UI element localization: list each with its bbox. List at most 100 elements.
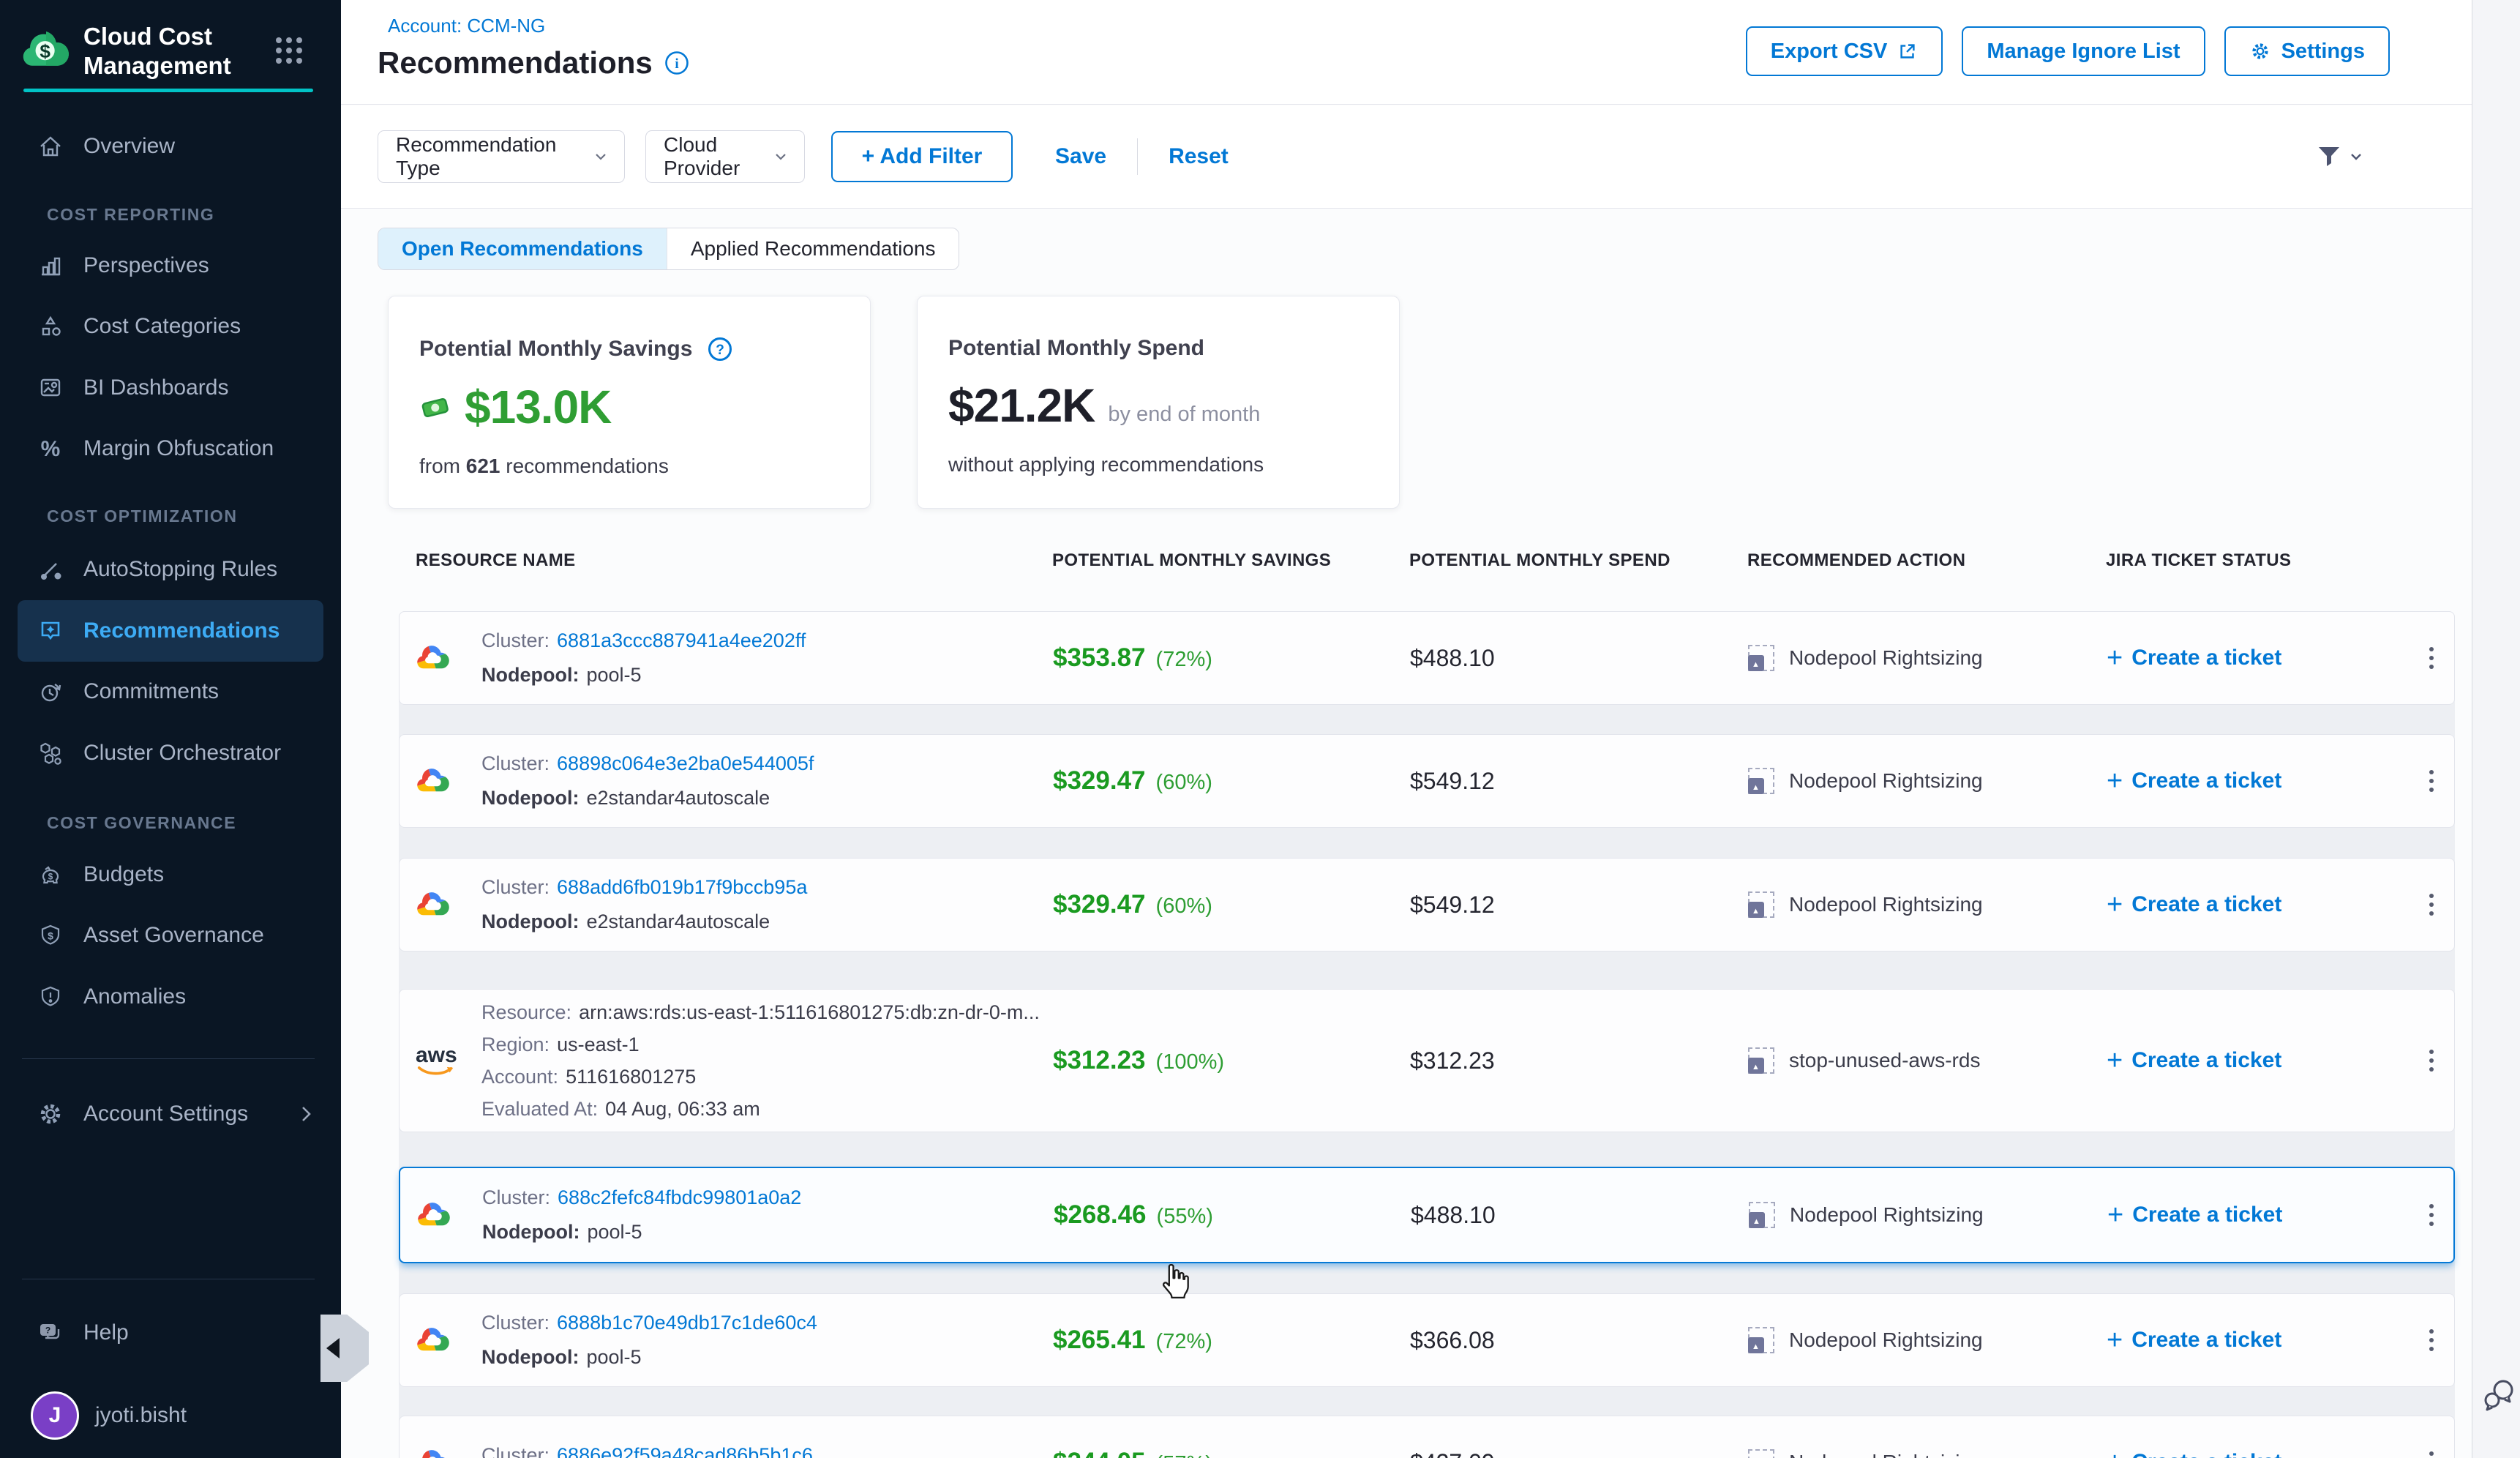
create-ticket-button[interactable]: + Create a ticket [2107,1048,2408,1073]
sidebar-item-perspectives[interactable]: Perspectives [18,242,323,289]
sidebar-item-budgets[interactable]: $ Budgets [18,851,323,898]
nodepool-label: Nodepool: [481,912,579,932]
manage-ignore-list-button[interactable]: Manage Ignore List [1962,26,2205,76]
table-header-row: RESOURCE NAME POTENTIAL MONTHLY SAVINGS … [399,550,2455,571]
sidebar-item-help[interactable]: ? Help [18,1309,323,1356]
user-menu[interactable]: J jyoti.bisht [18,1388,323,1443]
row-menu-button[interactable] [2422,1322,2441,1358]
table-row[interactable]: Cluster:68898c064e3e2ba0e544005f Nodepoo… [399,734,2455,828]
create-ticket-button[interactable]: + Create a ticket [2107,1450,2408,1458]
recommendation-type-dropdown[interactable]: Recommendation Type [378,130,625,183]
bar-chart-icon [37,252,64,280]
sidebar-section-cost-optimization: COST OPTIMIZATION [47,505,238,527]
support-chat-icon[interactable] [2482,1377,2517,1413]
savings-cell: $265.41 (72%) [1053,1326,1410,1355]
tab-open-recommendations[interactable]: Open Recommendations [378,228,667,269]
gcp-logo-icon [400,764,481,798]
savings-value: $244.05 [1053,1448,1146,1458]
create-ticket-label: Create a ticket [2131,769,2281,793]
sidebar-item-commitments[interactable]: Commitments [18,668,323,715]
svg-text:$: $ [48,872,53,882]
create-ticket-button[interactable]: + Create a ticket [2107,1203,2409,1227]
info-icon[interactable]: i [664,51,689,75]
savings-card-value: $13.0K [465,380,611,434]
help-chat-icon: ? [37,1319,64,1347]
reset-filter-link[interactable]: Reset [1169,144,1229,169]
cluster-link[interactable]: 6881a3ccc887941a4ee202ff [557,631,806,651]
cluster-link[interactable]: 68898c064e3e2ba0e544005f [557,754,814,774]
spend-card-title: Potential Monthly Spend [948,336,1204,361]
sidebar-item-cluster-orchestrator[interactable]: Cluster Orchestrator [18,730,323,777]
save-filter-link[interactable]: Save [1055,144,1106,169]
module-switcher-icon[interactable] [274,35,304,66]
sidebar-item-recommendations[interactable]: Recommendations [18,600,323,662]
column-header-resource-name: RESOURCE NAME [399,550,1052,571]
cluster-link[interactable]: 6886e92f59a48cad86b5b1c6 [557,1446,813,1458]
nodepool-value: e2standar4autoscale [586,912,770,932]
create-ticket-button[interactable]: + Create a ticket [2107,892,2408,917]
action-cell: Nodepool Rightsizing [1748,891,2107,918]
sidebar-item-margin-obfuscation[interactable]: % Margin Obfuscation [18,425,323,472]
sidebar-item-account-settings[interactable]: Account Settings [18,1091,332,1137]
row-menu-button[interactable] [2422,1197,2441,1233]
row-menu-button[interactable] [2422,640,2441,676]
sidebar-item-bi-dashboards[interactable]: BI Dashboards [18,364,323,411]
create-ticket-button[interactable]: + Create a ticket [2107,646,2408,670]
sidebar-item-label: Recommendations [83,618,280,643]
table-row[interactable]: Cluster:6881a3ccc887941a4ee202ff Nodepoo… [399,611,2455,705]
table-row-selected[interactable]: Cluster:688c2fefc84fbdc99801a0a2 Nodepoo… [399,1167,2455,1263]
cluster-link[interactable]: 688c2fefc84fbdc99801a0a2 [558,1188,801,1208]
svg-text:$: $ [48,930,53,942]
table-row[interactable]: Cluster:6886e92f59a48cad86b5b1c6 $244.05… [399,1416,2455,1458]
plus-icon: + [2107,1451,2123,1458]
cluster-label: Cluster: [481,1313,550,1333]
savings-percent: (55%) [1157,1205,1213,1229]
row-menu-button[interactable] [2422,1444,2441,1458]
table-row[interactable]: Cluster:688add6fb019b17f9bccb95a Nodepoo… [399,858,2455,952]
resource-cell: Resource:arn:aws:rds:us-east-1:511616801… [481,1003,1053,1119]
sidebar-divider [22,1058,315,1059]
column-header-potential-monthly-savings: POTENTIAL MONTHLY SAVINGS [1052,550,1409,571]
action-label: Nodepool Rightsizing [1789,1328,1983,1352]
avatar: J [31,1391,79,1440]
resource-cell: Cluster:6888b1c70e49db17c1de60c4 Nodepoo… [481,1313,1053,1367]
column-header-jira-ticket-status: JIRA TICKET STATUS [2106,550,2407,571]
resource-cell: Cluster:688add6fb019b17f9bccb95a Nodepoo… [481,878,1053,932]
cluster-link[interactable]: 688add6fb019b17f9bccb95a [557,878,807,897]
sidebar-item-label: Asset Governance [83,923,264,948]
breadcrumb-account-link[interactable]: Account: CCM-NG [388,15,545,37]
recommendations-tabs: Open Recommendations Applied Recommendat… [378,228,959,270]
sidebar-item-asset-governance[interactable]: $ Asset Governance [18,912,323,959]
tab-applied-recommendations[interactable]: Applied Recommendations [667,228,959,269]
export-csv-label: Export CSV [1771,40,1888,64]
table-row[interactable]: Cluster: 6888b1c70e49db17c1de60c4 Nodepoo… [399,1293,2455,1387]
row-menu-button[interactable] [2422,1042,2441,1079]
rightsizing-icon [1748,645,1774,671]
question-icon[interactable]: ? [707,336,733,362]
sidebar-section-cost-governance: COST GOVERNANCE [47,812,236,834]
savings-value: $353.87 [1053,643,1146,673]
sidebar-item-anomalies[interactable]: Anomalies [18,973,323,1020]
cloud-provider-dropdown[interactable]: Cloud Provider [645,130,805,183]
shield-dollar-icon: $ [37,921,64,949]
clock-icon [37,678,64,706]
filter-panel-button[interactable] [2317,146,2362,168]
action-label: stop-unused-aws-rds [1789,1049,1980,1072]
create-ticket-label: Create a ticket [2132,1203,2282,1227]
cluster-link[interactable]: 6888b1c70e49db17c1de60c4 [557,1313,817,1333]
gcp-logo-icon [400,641,481,675]
row-menu-button[interactable] [2422,763,2441,799]
row-menu-button[interactable] [2422,886,2441,923]
spend-cell: $427.09 [1410,1449,1748,1458]
page-title: Recommendations i [378,45,689,81]
add-filter-button[interactable]: + Add Filter [831,131,1013,182]
sidebar-item-overview[interactable]: Overview [18,123,323,170]
create-ticket-button[interactable]: + Create a ticket [2107,769,2408,793]
sidebar-item-autostopping-rules[interactable]: AutoStopping Rules [18,546,323,593]
action-cell: stop-unused-aws-rds [1748,1047,2107,1074]
sidebar-item-cost-categories[interactable]: Cost Categories [18,303,323,350]
settings-button[interactable]: Settings [2224,26,2390,76]
export-csv-button[interactable]: Export CSV [1746,26,1943,76]
table-row[interactable]: aws Resource:arn:aws:rds:us-east-1:51161… [399,989,2455,1132]
create-ticket-button[interactable]: + Create a ticket [2107,1328,2408,1353]
